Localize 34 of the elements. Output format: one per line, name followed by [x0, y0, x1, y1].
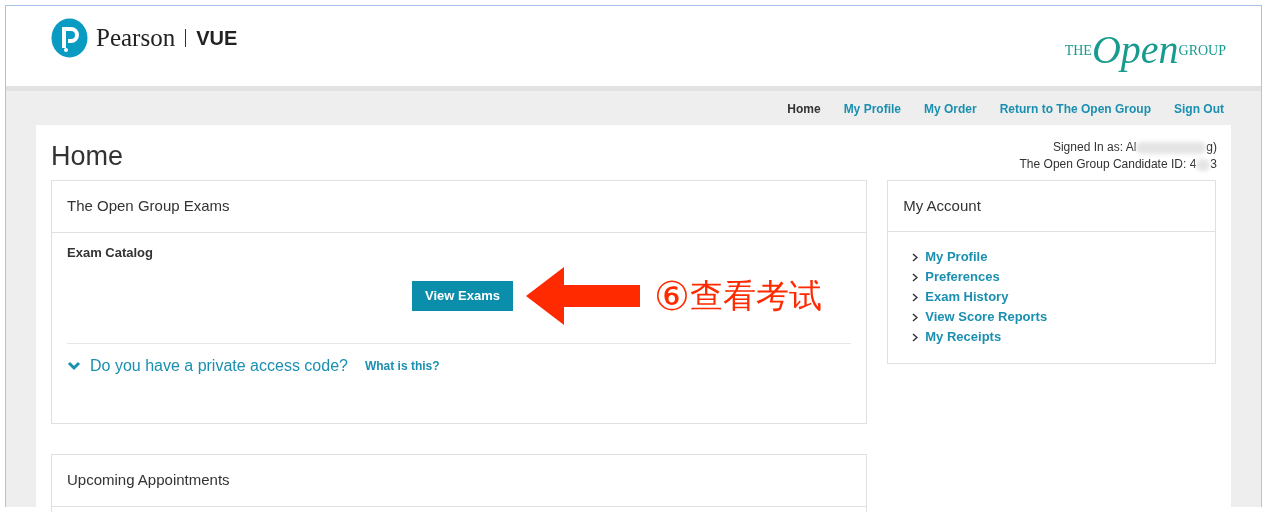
account-link[interactable]: My Receipts	[912, 327, 1215, 347]
annotation-text: 查看考试	[689, 279, 822, 312]
annotation-number: ⑥	[653, 275, 690, 316]
nav-link[interactable]: Home	[787, 100, 821, 125]
section-label: Exam Catalog	[67, 244, 154, 262]
product-name: VUE	[196, 26, 238, 51]
access-code-toggle[interactable]: Do you have a private access code?	[67, 353, 348, 378]
blurred-text	[1136, 141, 1207, 154]
nav-link[interactable]: Return to The Open Group	[999, 100, 1151, 125]
signed-in-text: Signed In as: Al	[1052, 139, 1137, 156]
pearson-logo-icon	[51, 18, 88, 58]
candidate-id-text: The Open Group Candidate ID: 4	[1019, 156, 1197, 173]
panel-title: Upcoming Appointments	[52, 455, 867, 507]
panel-title: My Account	[888, 181, 1215, 232]
brand-name: Pearson	[96, 23, 176, 54]
blurred-text	[1196, 158, 1211, 171]
account-link[interactable]: View Score Reports	[912, 307, 1215, 327]
help-link[interactable]: What is this?	[364, 356, 440, 375]
account-link[interactable]: Preferences	[912, 267, 1215, 287]
nav-link[interactable]: My Profile	[843, 100, 901, 125]
partner-logo-suffix: GROUP	[1178, 43, 1226, 58]
chevron-icon	[67, 360, 81, 371]
signed-in-text-end: g)	[1206, 139, 1217, 156]
candidate-id-text-end: 3	[1210, 156, 1217, 173]
panel-title: The Open Group Exams	[52, 181, 867, 233]
nav-link[interactable]: My Order	[924, 100, 977, 125]
page-title: Home	[51, 143, 124, 173]
account-link[interactable]: My Profile	[912, 247, 1215, 267]
partner-logo-main: Open	[1091, 30, 1179, 70]
view-exams-button[interactable]: View Exams	[412, 280, 513, 311]
nav-link[interactable]: Sign Out	[1174, 100, 1224, 125]
arrow-annotation-icon	[525, 266, 640, 325]
account-link[interactable]: Exam History	[912, 287, 1215, 307]
partner-logo-prefix: THE	[1064, 42, 1092, 60]
